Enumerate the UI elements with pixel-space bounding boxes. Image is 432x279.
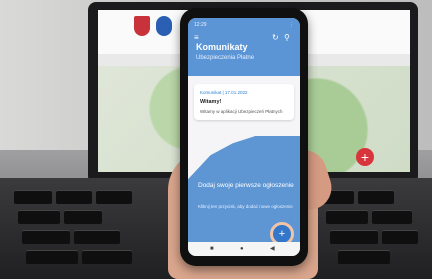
empty-state-title: Dodaj swoje pierwsze ogłoszenie	[198, 182, 294, 189]
page-subtitle: Ubezpieczenia Płatne	[196, 55, 255, 61]
android-navigation-bar: ■ ● ◀	[188, 242, 300, 256]
status-menu-icon: ⋮	[289, 22, 294, 28]
refresh-icon[interactable]: ↻	[272, 34, 280, 42]
keyboard-key	[338, 250, 390, 264]
keyboard-key	[330, 230, 378, 244]
keyboard-key	[56, 190, 92, 204]
keyboard-key	[96, 190, 132, 204]
keyboard-key	[26, 250, 78, 264]
message-text: Witamy w aplikacji Ubezpieczeń Płatnych	[200, 109, 283, 114]
keyboard-key	[326, 210, 368, 224]
message-card[interactable]: Komunikat | 17.01.2022 Witamy! Witamy w …	[194, 84, 294, 120]
city-crest-icon	[134, 16, 150, 36]
empty-state-text: Kliknij ten przycisk, aby dodać nowe ogł…	[198, 204, 293, 209]
message-title: Witamy!	[200, 99, 222, 105]
keyboard-key	[82, 250, 132, 264]
phone-screen: 12:29 ⋮ ≡ ↻ ⚲ Komunikaty Ubezpieczenia P…	[188, 18, 300, 256]
status-bar: 12:29 ⋮	[194, 22, 294, 28]
keyboard-key	[14, 190, 52, 204]
menu-icon[interactable]: ≡	[194, 34, 202, 42]
keyboard-key	[74, 230, 120, 244]
filter-icon[interactable]: ⚲	[284, 34, 292, 42]
message-meta: Komunikat | 17.01.2022	[200, 90, 248, 95]
photo-scene: + 12:29 ⋮ ≡ ↻ ⚲ Komunikaty Ubezpieczenia…	[0, 0, 432, 279]
app-header: 12:29 ⋮ ≡ ↻ ⚲ Komunikaty Ubezpieczenia P…	[188, 18, 300, 76]
back-icon[interactable]: ◀	[270, 246, 276, 252]
home-icon[interactable]: ●	[240, 246, 246, 252]
city-logo-icon	[156, 16, 172, 36]
add-button[interactable]: +	[356, 148, 374, 166]
keyboard-key	[22, 230, 70, 244]
keyboard-key	[372, 210, 412, 224]
recent-apps-icon[interactable]: ■	[210, 246, 216, 252]
keyboard-key	[64, 210, 102, 224]
smartphone: 12:29 ⋮ ≡ ↻ ⚲ Komunikaty Ubezpieczenia P…	[180, 8, 308, 266]
status-time: 12:29	[194, 22, 207, 28]
keyboard-key	[382, 230, 418, 244]
keyboard-key	[358, 190, 394, 204]
page-title: Komunikaty	[196, 42, 248, 52]
keyboard-key	[18, 210, 60, 224]
